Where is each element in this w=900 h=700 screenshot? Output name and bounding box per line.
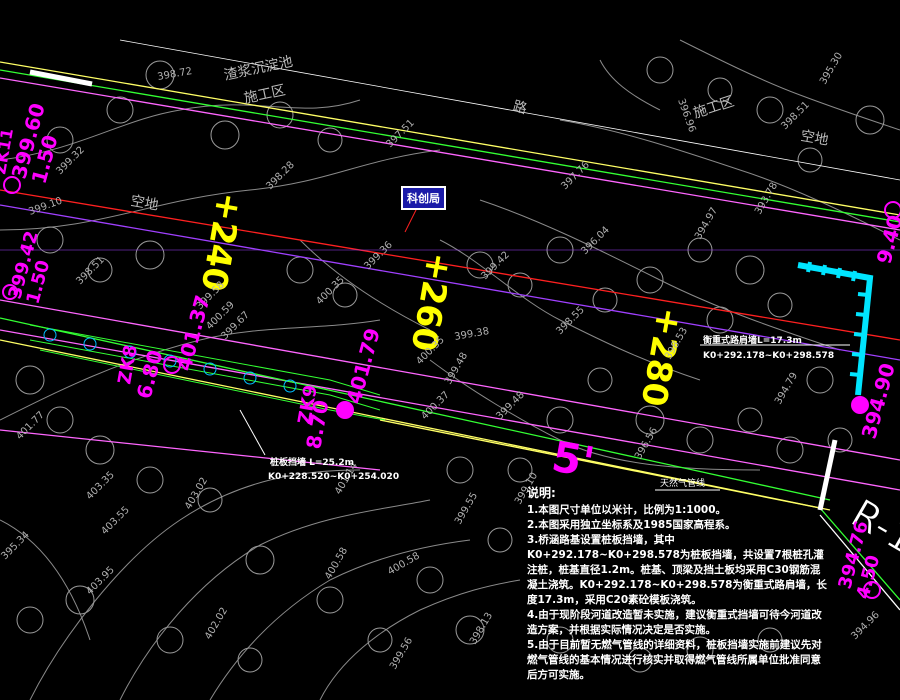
- survey-point-value: 401.37: [172, 293, 215, 374]
- left-annotation-line1: 桩板挡墙 L=25.2m: [270, 456, 354, 468]
- left-annotation-leader: [239, 409, 266, 456]
- top-label-2: 路: [511, 98, 529, 117]
- elevation-label: 398.55: [554, 305, 587, 338]
- elevation-label: 398.72: [157, 66, 193, 83]
- station-240: +240: [193, 189, 250, 294]
- note-item: 5.由于目前暂无燃气管线的详细资料，桩板挡墙实施前建议先对燃气管线的基本情况进行…: [527, 639, 822, 681]
- elevation-label: 395.34: [0, 530, 32, 563]
- right-annotation-line2: K0+292.178~K0+298.578: [703, 351, 834, 361]
- survey-point-zk10: 9.40: [872, 201, 900, 266]
- survey-point-zk9: ZK9 401.79 8.70: [294, 326, 385, 451]
- survey-point-value: 9.40: [872, 212, 900, 266]
- note-item: 4.由于现阶段河道改造暂未实施，建议衡重式挡墙可待今河道改造方案，并根据实际情况…: [527, 609, 822, 636]
- elevation-label: 394.97: [693, 206, 720, 242]
- top-label-1: 渣浆沉淀池: [223, 54, 295, 84]
- elevation-label: 402.02: [203, 606, 230, 642]
- survey-point-zk11: ZK11 399.60 1.50: [0, 101, 63, 194]
- big-label-5: 5': [548, 432, 598, 488]
- elevation-label: 403.55: [99, 505, 132, 538]
- elevation-label: 399.55: [453, 491, 480, 527]
- note-item: 1.本图尺寸单位以米计，比例为1:1000。: [527, 504, 727, 516]
- elevation-label: 398.28: [264, 160, 297, 193]
- notes-title: 说明:: [527, 486, 556, 500]
- elevation-label: 398.51: [779, 100, 812, 133]
- zone-label-4: 空地: [799, 128, 829, 149]
- elevation-label: 403.02: [183, 476, 210, 512]
- right-annotation-line1: 衡重式路肩墙L=17.3m: [703, 334, 802, 346]
- elevation-label: 399.38: [454, 326, 490, 343]
- elevation-label: 396.04: [579, 225, 612, 258]
- elevation-label: 394.79: [773, 371, 800, 407]
- elevation-label: 403.35: [84, 470, 117, 503]
- elevation-label: 395.30: [818, 51, 845, 87]
- zone-label-3: 空地: [129, 193, 159, 214]
- elevation-label: 400.58: [323, 546, 350, 582]
- survey-point-zk12: 399.42 1.50: [2, 229, 54, 306]
- elevation-label: 400.35: [314, 275, 347, 308]
- survey-point-zk8: ZK8 401.37 6.80: [114, 293, 215, 402]
- elevation-label: 399.36: [362, 240, 395, 273]
- elevation-label: 401.77: [14, 410, 47, 443]
- note-item: 3.桥涵路基设置桩板挡墙，其中K0+292.178~K0+298.578为桩板挡…: [527, 534, 827, 606]
- elevation-label: 394.96: [849, 610, 882, 643]
- elevation-label: 400.58: [386, 551, 422, 578]
- zone-label-1: 施工区: [243, 83, 287, 107]
- tag-label: 科创局: [401, 186, 446, 210]
- station-260: +260: [403, 249, 460, 354]
- left-annotation-line2: K0+228.520~K0+254.020: [268, 472, 399, 482]
- note-item: 2.本图采用独立坐标系及1985国家高程系。: [527, 519, 736, 531]
- zone-label-2: 施工区: [691, 94, 736, 122]
- station-280: +280: [633, 304, 690, 409]
- elevation-label: 397.76: [559, 160, 592, 193]
- notes-block: 说明: 1.本图尺寸单位以米计，比例为1:1000。 2.本图采用独立坐标系及1…: [527, 486, 827, 683]
- elevation-label: 393.78: [753, 181, 780, 217]
